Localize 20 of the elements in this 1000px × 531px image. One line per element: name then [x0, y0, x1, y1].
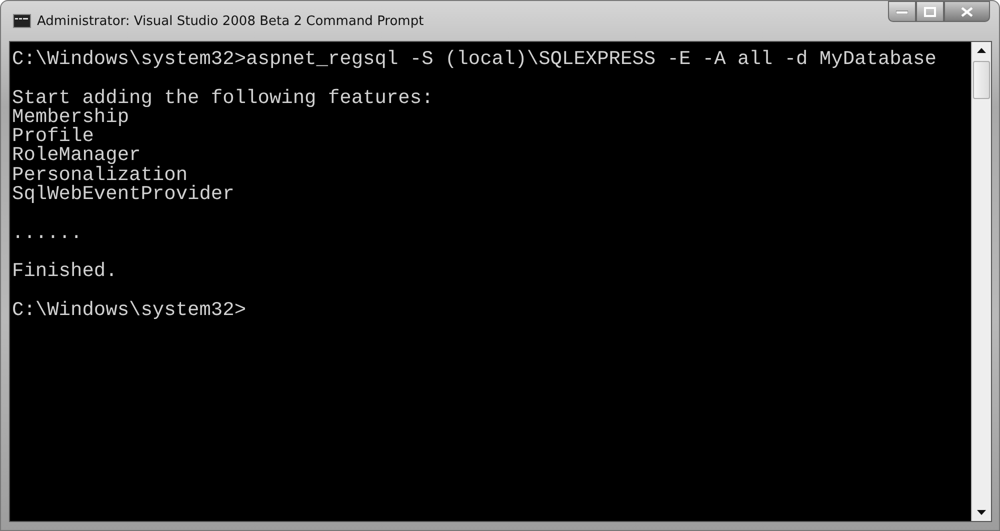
minimize-icon	[896, 10, 908, 14]
scroll-thumb[interactable]	[973, 61, 990, 99]
console-icon	[13, 14, 31, 28]
console-line: Profile	[12, 127, 94, 146]
close-icon	[961, 6, 973, 16]
scrollbar[interactable]	[971, 42, 991, 521]
console-line: C:\Windows\system32>	[12, 300, 248, 320]
console-line: ......	[12, 224, 84, 243]
close-button[interactable]	[944, 1, 990, 22]
console-line: RoleManager	[12, 146, 141, 166]
console-line: Membership	[12, 108, 130, 128]
console-line: Start adding the following features:	[12, 88, 434, 108]
maximize-icon	[924, 6, 936, 16]
console-line: C:\Windows\system32>aspnet_regsql -S (local)\SQLEXPRESS -E -A all -d MyDatabase	[12, 50, 938, 70]
minimize-button[interactable]	[888, 1, 916, 22]
maximize-button[interactable]	[916, 1, 944, 22]
console-line: SqlWebEventProvider	[12, 185, 236, 204]
window-title: Administrator: Visual Studio 2008 Beta 2 Command Prompt	[37, 14, 424, 28]
console-line: Finished.	[12, 262, 118, 282]
console-line: Personalization	[12, 166, 188, 186]
